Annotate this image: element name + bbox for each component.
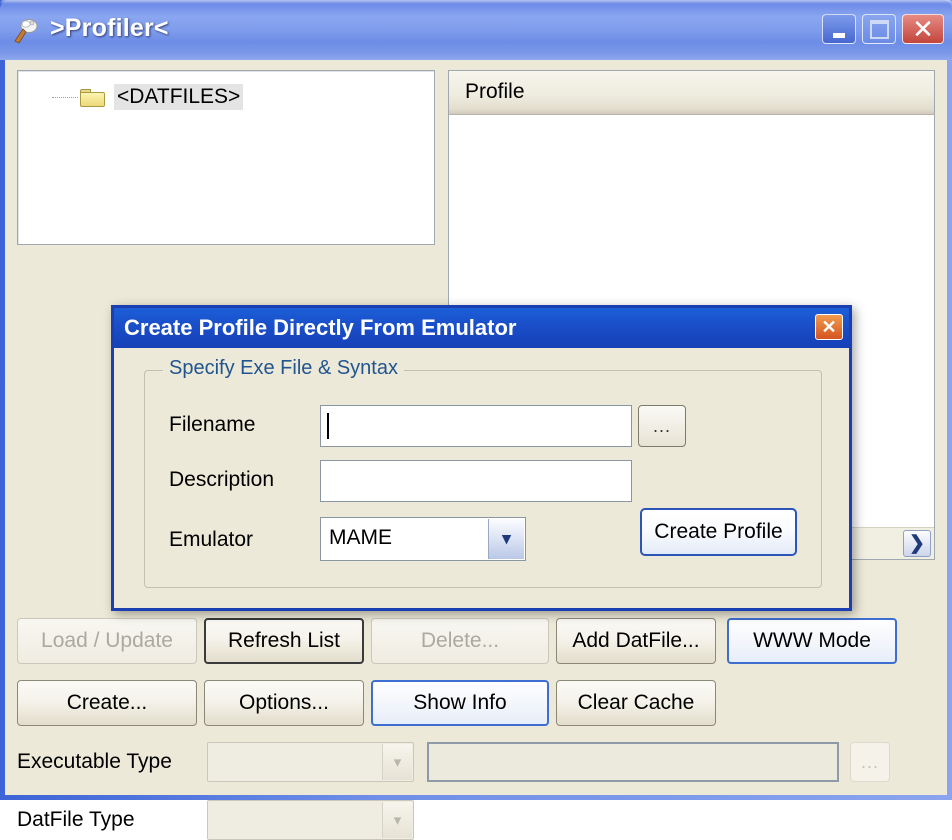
application-window: >Profiler< ✕ <DATFILES> Profile ❯ Load /… <box>0 0 952 840</box>
description-input[interactable] <box>320 460 632 502</box>
chevron-down-icon: ▾ <box>382 744 412 780</box>
maximize-icon <box>863 15 895 43</box>
filename-browse-button[interactable]: ... <box>638 405 686 447</box>
emulator-selected-value: MAME <box>329 526 392 549</box>
minimize-icon <box>823 15 855 43</box>
load-update-button[interactable]: Load / Update <box>17 618 197 664</box>
datfiles-tree-panel[interactable]: <DATFILES> <box>17 70 435 245</box>
datfile-type-label: DatFile Type <box>17 808 135 831</box>
delete-button[interactable]: Delete... <box>371 618 549 664</box>
app-icon <box>14 19 38 44</box>
groupbox-legend: Specify Exe File & Syntax <box>163 357 404 380</box>
filename-label: Filename <box>169 413 256 436</box>
chevron-down-icon: ▾ <box>382 802 412 838</box>
show-info-button[interactable]: Show Info <box>371 680 549 726</box>
executable-type-label: Executable Type <box>17 750 172 773</box>
datfile-type-combobox[interactable]: ▾ <box>207 800 414 840</box>
tree-node-label: <DATFILES> <box>114 84 244 110</box>
close-button[interactable]: ✕ <box>902 14 944 44</box>
add-datfile-button[interactable]: Add DatFile... <box>556 618 716 664</box>
tree-node-datfiles[interactable]: <DATFILES> <box>52 84 244 110</box>
create-button[interactable]: Create... <box>17 680 197 726</box>
description-label: Description <box>169 468 275 491</box>
emulator-combobox[interactable]: MAME ▾ <box>320 517 526 561</box>
tree-connector-line <box>52 97 78 99</box>
client-area: <DATFILES> Profile ❯ Load / Update Refre… <box>5 60 947 840</box>
executable-browse-button[interactable]: ... <box>850 742 890 782</box>
dialog-close-button[interactable]: ✕ <box>815 314 843 340</box>
refresh-list-button[interactable]: Refresh List <box>204 618 364 664</box>
create-profile-button[interactable]: Create Profile <box>640 508 797 556</box>
create-profile-dialog: Create Profile Directly From Emulator ✕ … <box>111 305 852 611</box>
minimize-button[interactable] <box>822 14 856 44</box>
www-mode-button[interactable]: WWW Mode <box>727 618 897 664</box>
close-icon: ✕ <box>912 14 934 44</box>
options-button[interactable]: Options... <box>204 680 364 726</box>
column-header-profile: Profile <box>465 80 525 103</box>
emulator-label: Emulator <box>169 528 254 551</box>
executable-type-combobox[interactable]: ▾ <box>207 742 414 782</box>
dialog-title: Create Profile Directly From Emulator <box>124 315 517 340</box>
profile-list-header[interactable]: Profile <box>449 71 934 115</box>
chevron-down-icon: ▾ <box>488 519 524 559</box>
clear-cache-button[interactable]: Clear Cache <box>556 680 716 726</box>
folder-icon <box>80 87 106 107</box>
executable-path-input[interactable] <box>427 742 839 782</box>
filename-input[interactable] <box>320 405 632 447</box>
title-bar: >Profiler< ✕ <box>0 0 952 60</box>
maximize-button[interactable] <box>862 14 896 44</box>
text-caret <box>327 413 329 439</box>
dialog-title-bar: Create Profile Directly From Emulator ✕ <box>114 308 849 348</box>
window-title: >Profiler< <box>50 14 169 42</box>
scroll-right-arrow-icon[interactable]: ❯ <box>903 530 931 557</box>
close-icon: ✕ <box>821 316 837 337</box>
